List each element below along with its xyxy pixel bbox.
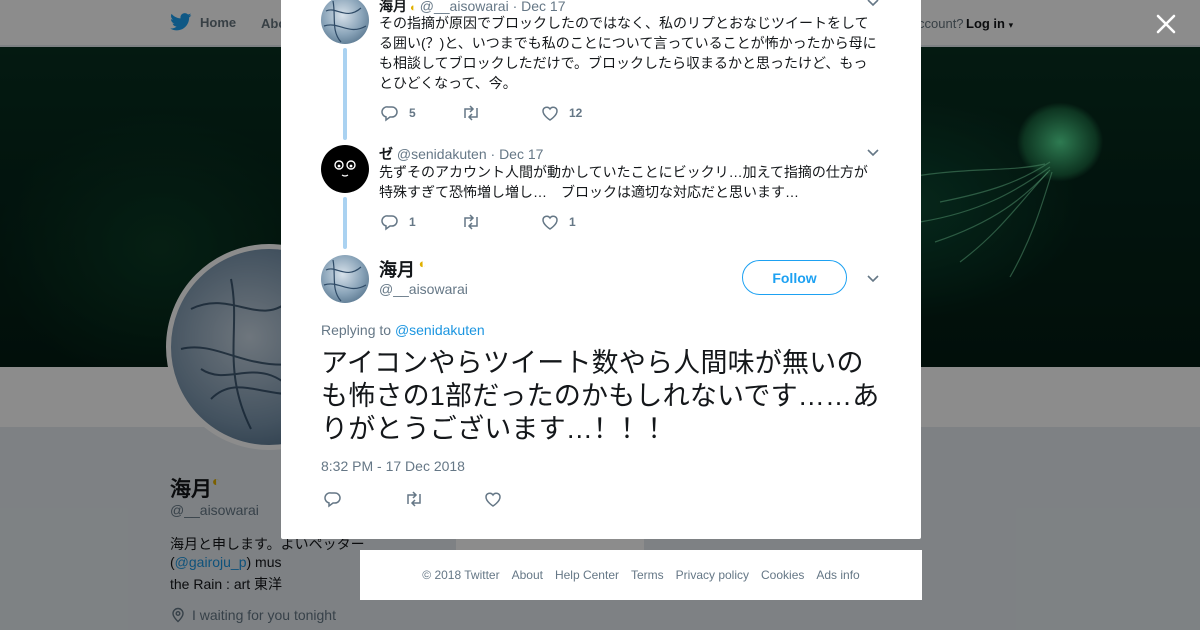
footer-link-help-center[interactable]: Help Center: [555, 568, 619, 582]
retweet-icon: [464, 105, 478, 121]
close-icon[interactable]: [1154, 12, 1178, 36]
main-tweet-author-handle[interactable]: @__aisowarai: [379, 281, 468, 297]
chevron-down-icon[interactable]: [865, 270, 881, 286]
footer-link-about[interactable]: About: [512, 568, 543, 582]
reply-button[interactable]: 1: [381, 213, 461, 231]
avatar[interactable]: [321, 0, 369, 44]
like-count: 1: [569, 215, 576, 229]
avatar-sketch-graphic: [323, 259, 367, 302]
like-icon: [542, 215, 558, 230]
tweet-author-handle[interactable]: @__aisowarai: [420, 0, 509, 14]
tweet-date[interactable]: Dec 17: [521, 0, 565, 14]
footer-copyright: © 2018 Twitter: [422, 568, 500, 582]
tweet-date[interactable]: Dec 17: [499, 146, 543, 162]
reply-count: 5: [409, 106, 416, 120]
main-tweet-timestamp[interactable]: 8:32 PM - 17 Dec 2018: [321, 458, 465, 474]
reply-count: 1: [409, 215, 416, 229]
tweet-actions: 1 1: [381, 213, 621, 231]
tweet-author-name[interactable]: ゼ: [379, 146, 393, 162]
retweet-button[interactable]: [461, 213, 541, 231]
tweet-author-handle[interactable]: @senidakuten: [397, 146, 487, 162]
avatar[interactable]: [321, 255, 369, 303]
replying-to-label: Replying to: [321, 322, 392, 338]
footer-link-privacy[interactable]: Privacy policy: [676, 568, 749, 582]
chevron-down-icon[interactable]: [865, 144, 881, 160]
reply-icon[interactable]: [324, 490, 342, 508]
moon-emoji-icon: ◐: [415, 256, 427, 271]
tweet-actions: 5 12: [381, 104, 621, 122]
retweet-button[interactable]: [461, 104, 541, 122]
thread-connector: [343, 48, 347, 140]
main-tweet-author-name[interactable]: 海月 ◐: [379, 256, 426, 282]
tweet-text: 先ずそのアカウント人間が動かしていたことにビックリ…加えて指摘の仕方が特殊すぎて…: [379, 164, 868, 200]
main-tweet-actions: [324, 490, 502, 508]
replying-to-mention-link[interactable]: @senidakuten: [395, 322, 485, 338]
follow-button[interactable]: Follow: [742, 260, 847, 295]
retweet-icon: [464, 214, 478, 230]
reply-button[interactable]: 5: [381, 104, 461, 122]
replying-to: Replying to @senidakuten: [321, 322, 485, 338]
chevron-down-icon[interactable]: [865, 0, 881, 10]
reply-icon: [381, 106, 398, 122]
avatar-face-graphic: [334, 160, 356, 177]
thread-connector: [343, 197, 347, 249]
author-name-text: 海月: [379, 260, 415, 280]
tweet-header: ゼ @senidakuten · Dec 17: [379, 146, 544, 162]
main-tweet-text: アイコンやらツイート数やら人間味が無いのも怖さの1部だったのかもしれないです………: [321, 348, 880, 444]
reply-icon: [381, 215, 398, 231]
like-button[interactable]: 12: [541, 104, 621, 122]
footer: © 2018 Twitter About Help Center Terms P…: [360, 550, 922, 600]
tweet-text: その指摘が原因でブロックしたのではなく、私のリプとおなじツイートをしてる囲い(？…: [379, 15, 877, 91]
like-icon: [542, 106, 558, 121]
footer-link-cookies[interactable]: Cookies: [761, 568, 804, 582]
avatar[interactable]: [321, 145, 369, 193]
retweet-icon[interactable]: [404, 490, 424, 508]
like-button[interactable]: 1: [541, 213, 621, 231]
tweet-modal: 海月 ◐ @__aisowarai · Dec 17 その指摘が原因でブロックし…: [281, 0, 921, 539]
like-icon[interactable]: [484, 490, 502, 508]
like-count: 12: [569, 106, 583, 120]
footer-link-ads-info[interactable]: Ads info: [816, 568, 859, 582]
footer-link-terms[interactable]: Terms: [631, 568, 664, 582]
tweet-author-name[interactable]: 海月: [379, 0, 407, 14]
avatar-sketch-graphic: [323, 0, 367, 43]
